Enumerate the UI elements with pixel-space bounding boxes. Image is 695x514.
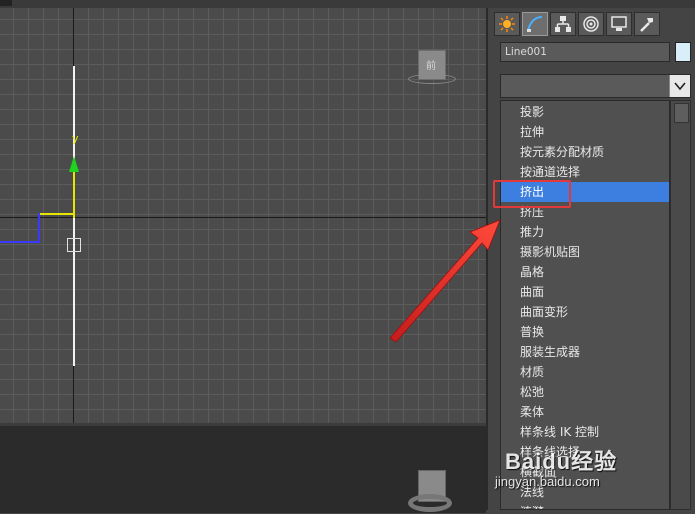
viewcube-bottom[interactable] — [408, 470, 454, 514]
hierarchy-tab[interactable] — [550, 12, 576, 36]
gizmo-y-axis[interactable] — [73, 168, 75, 218]
modifier-stack-scroll[interactable] — [670, 100, 691, 510]
create-tab[interactable] — [494, 12, 520, 36]
modifier-item[interactable]: 晶格 — [501, 262, 669, 282]
modify-tab[interactable] — [522, 12, 548, 36]
modifier-item[interactable]: 法线 — [501, 482, 669, 502]
scroll-thumb[interactable] — [674, 103, 689, 123]
modifier-list[interactable]: 投影 拉伸 按元素分配材质 按通道选择 挤出 挤压 推力 摄影机贴图 晶格 曲面 曲面变形 普换 服装生… — [500, 100, 670, 510]
gizmo-y-label: y — [72, 132, 79, 145]
modifier-item[interactable]: 柔体 — [501, 402, 669, 422]
display-tab[interactable] — [606, 12, 632, 36]
utilities-tab[interactable] — [634, 12, 660, 36]
object-name-field[interactable]: Line001 — [500, 42, 670, 62]
display-icon — [611, 16, 627, 31]
motion-tab[interactable] — [578, 12, 604, 36]
modifier-item[interactable]: 拉伸 — [501, 122, 669, 142]
utilities-icon — [640, 18, 653, 32]
modifier-item[interactable]: 普换 — [501, 322, 669, 342]
pivot-box — [67, 238, 81, 252]
modifier-item[interactable]: 样条线 IK 控制 — [501, 422, 669, 442]
top-toolbar-strip — [0, 0, 695, 8]
modifier-item[interactable]: 推力 — [501, 222, 669, 242]
modifier-item[interactable]: 样条线选择 — [501, 442, 669, 462]
gizmo-y-arrow-icon[interactable] — [69, 156, 79, 172]
command-panel: Line001 投影 拉伸 按元素分配材质 按通道选择 挤出 挤压 推力 摄影机贴图 晶格 曲面曲… — [488, 8, 695, 510]
perspective-viewport[interactable]: y 前 — [0, 8, 486, 423]
modifier-item[interactable]: 按通道选择 — [501, 162, 669, 182]
spline-segment-blue-horizontal — [0, 241, 40, 243]
modifier-item[interactable]: 松弛 — [501, 382, 669, 402]
gizmo-x-axis[interactable] — [40, 213, 73, 215]
object-color-swatch[interactable] — [675, 42, 691, 62]
viewcube-bottom-ring[interactable] — [408, 494, 452, 512]
command-panel-tabs — [494, 12, 660, 38]
viewcube[interactable]: 前 — [408, 48, 456, 90]
viewcube-compass-ring[interactable] — [408, 74, 456, 84]
chevron-down-icon — [674, 82, 686, 91]
motion-icon — [583, 16, 599, 32]
modifier-item[interactable]: 服装生成器 — [501, 342, 669, 362]
modifier-item[interactable]: 曲面 — [501, 282, 669, 302]
create-icon — [499, 16, 515, 32]
spline-segment-blue — [38, 213, 40, 243]
modifier-item[interactable]: 投影 — [501, 102, 669, 122]
modifier-item[interactable]: 摄影机贴图 — [501, 242, 669, 262]
modifier-item[interactable]: 按元素分配材质 — [501, 142, 669, 162]
hierarchy-icon — [555, 16, 571, 32]
modifier-item[interactable]: 曲面变形 — [501, 302, 669, 322]
bottom-viewport[interactable] — [0, 423, 486, 513]
modifier-item[interactable]: 涟漪 — [501, 502, 669, 509]
modifier-item[interactable]: 材质 — [501, 362, 669, 382]
toolbar-nub — [0, 0, 12, 6]
modifier-list-dropdown[interactable] — [500, 74, 691, 98]
dropdown-arrow-button[interactable] — [669, 75, 690, 97]
annotation-highlight-box — [493, 180, 571, 208]
viewcube-label: 前 — [426, 61, 436, 72]
modify-icon — [527, 16, 543, 32]
modifier-item[interactable]: 横截面 — [501, 462, 669, 482]
